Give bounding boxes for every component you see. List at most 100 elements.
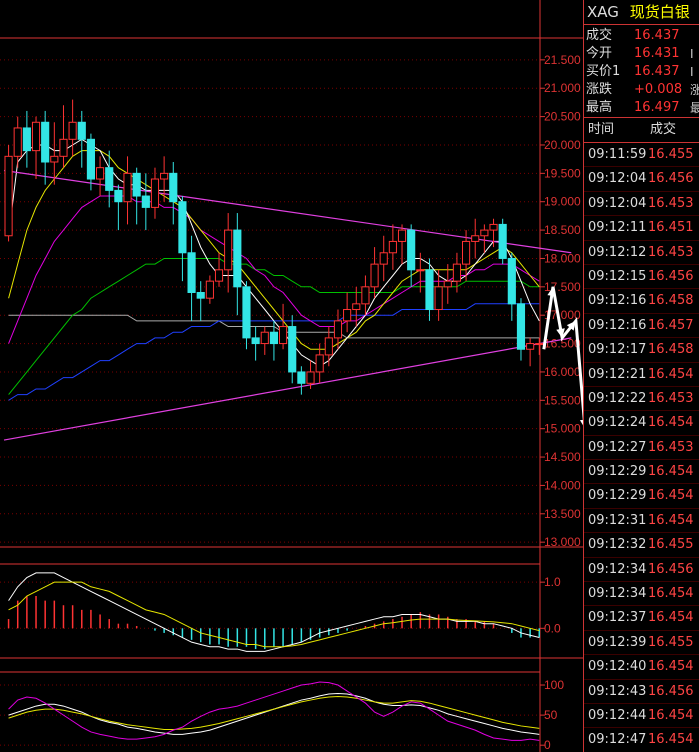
price-axis-tick-label: 13.500 bbox=[544, 507, 581, 521]
price-axis-tick-label: 20.000 bbox=[544, 138, 581, 152]
candle bbox=[370, 247, 379, 299]
kline-chart-panel[interactable]: 13.000 13.500 14.000 14.500 15.000 15.500 16.0… bbox=[0, 0, 583, 752]
candle-body bbox=[224, 229, 233, 271]
price-axis-tick-label: 18.000 bbox=[544, 251, 581, 265]
candle-body bbox=[333, 320, 343, 339]
tick-price: 16.454 bbox=[648, 707, 694, 723]
candle-body bbox=[187, 252, 196, 293]
tick-row[interactable]: 09:12:22 16.453 bbox=[584, 387, 699, 412]
candle bbox=[205, 275, 214, 304]
candle bbox=[114, 184, 123, 231]
tick-time: 09:12:29 bbox=[588, 488, 647, 504]
tick-price: 16.458 bbox=[648, 293, 694, 309]
tick-time: 09:12:04 bbox=[588, 195, 647, 211]
tick-row[interactable]: 09:11:59 16.455 bbox=[584, 143, 699, 168]
tick-row[interactable]: 09:12:29 16.454 bbox=[584, 484, 699, 509]
tick-price: 16.453 bbox=[648, 439, 694, 455]
tick-row[interactable]: 09:12:04 16.453 bbox=[584, 192, 699, 217]
quote-row-high: 最高 16.497 最 bbox=[584, 99, 699, 117]
candle-body bbox=[4, 155, 13, 237]
ticks-header: 时间 成交 bbox=[584, 117, 699, 143]
tick-row[interactable]: 09:12:34 16.454 bbox=[584, 582, 699, 607]
tick-row[interactable]: 09:12:17 16.458 bbox=[584, 338, 699, 363]
tick-row[interactable]: 09:12:37 16.454 bbox=[584, 606, 699, 631]
tick-row[interactable]: 09:12:31 16.454 bbox=[584, 509, 699, 534]
candle-body bbox=[425, 269, 434, 311]
tick-row[interactable]: 09:12:47 16.454 bbox=[584, 728, 699, 752]
tick-price: 16.456 bbox=[648, 171, 694, 187]
tick-row[interactable]: 09:12:24 16.454 bbox=[584, 411, 699, 436]
tick-row[interactable]: 09:12:15 16.456 bbox=[584, 265, 699, 290]
candle bbox=[224, 213, 233, 293]
quote-extra: I bbox=[690, 65, 694, 79]
candle bbox=[260, 326, 269, 355]
candle-body bbox=[535, 343, 544, 346]
quote-value: 16.437 bbox=[634, 64, 680, 79]
candle-body bbox=[388, 240, 397, 254]
candle-body bbox=[50, 155, 59, 163]
tick-time: 09:12:29 bbox=[588, 464, 647, 480]
kdj-axis-tick-label: 50 bbox=[544, 708, 558, 722]
tick-row[interactable]: 09:12:04 16.456 bbox=[584, 167, 699, 192]
candle bbox=[13, 116, 22, 168]
quote-label: 今开 bbox=[586, 46, 613, 61]
tick-row[interactable]: 09:12:39 16.455 bbox=[584, 631, 699, 656]
tick-row[interactable]: 09:12:12 16.453 bbox=[584, 241, 699, 265]
tick-row[interactable]: 09:12:11 16.451 bbox=[584, 216, 699, 241]
tick-price: 16.451 bbox=[648, 220, 694, 236]
price-axis-tick-label: 18.500 bbox=[544, 223, 581, 237]
candle-body bbox=[443, 280, 452, 288]
tick-row[interactable]: 09:12:34 16.456 bbox=[584, 558, 699, 583]
tick-time: 09:12:47 bbox=[588, 732, 647, 748]
candle-body bbox=[178, 201, 187, 254]
tick-list[interactable]: 09:11:59 16.455 09:12:04 16.456 09:12:04 16.4… bbox=[584, 143, 699, 752]
candle-body bbox=[416, 269, 425, 272]
candle-body bbox=[141, 195, 150, 208]
tick-row[interactable]: 09:12:27 16.453 bbox=[584, 436, 699, 461]
tick-price: 16.455 bbox=[648, 147, 694, 162]
candle bbox=[196, 281, 205, 321]
candle-body bbox=[516, 303, 526, 350]
candle bbox=[507, 252, 516, 321]
tick-row[interactable]: 09:12:16 16.458 bbox=[584, 289, 699, 314]
quote-row-bid: 买价1 16.437 I bbox=[584, 63, 699, 81]
candle bbox=[379, 235, 388, 282]
candle-body bbox=[297, 371, 306, 384]
candle bbox=[4, 144, 13, 242]
candle bbox=[86, 133, 95, 191]
tick-row[interactable]: 09:12:29 16.454 bbox=[584, 460, 699, 485]
candle-body bbox=[59, 138, 68, 157]
quote-label: 成交 bbox=[586, 28, 613, 43]
quote-row-last: 成交 16.437 bbox=[584, 27, 699, 45]
candle-body bbox=[251, 337, 260, 345]
price-axis-tick-label: 13.000 bbox=[544, 535, 581, 549]
candle bbox=[388, 224, 397, 270]
tick-row[interactable]: 09:12:44 16.454 bbox=[584, 704, 699, 729]
candle-body bbox=[343, 309, 352, 322]
price-axis-tick-label: 19.500 bbox=[544, 166, 581, 180]
tick-row[interactable]: 09:12:43 16.456 bbox=[584, 680, 699, 704]
candle-body bbox=[86, 138, 95, 180]
quote-label: 涨跌 bbox=[586, 82, 613, 97]
price-axis-tick-label: 21.500 bbox=[544, 53, 581, 67]
chart-canvas[interactable]: 13.000 13.500 14.000 14.500 15.000 15.500 16.0… bbox=[0, 0, 583, 752]
ticks-header-price: 成交 bbox=[650, 122, 677, 137]
quote-value: 16.497 bbox=[634, 100, 680, 115]
tick-row[interactable]: 09:12:21 16.454 bbox=[584, 363, 699, 387]
candle-body bbox=[480, 229, 489, 237]
tick-price: 16.453 bbox=[648, 244, 694, 260]
tick-row[interactable]: 09:12:16 16.457 bbox=[584, 314, 699, 339]
candle bbox=[214, 252, 224, 287]
tick-row[interactable]: 09:12:40 16.454 bbox=[584, 655, 699, 680]
quote-label: 最高 bbox=[586, 100, 613, 115]
tick-time: 09:12:27 bbox=[588, 439, 647, 455]
candle-body bbox=[507, 257, 516, 305]
macd-axis-tick-label: 0.0 bbox=[544, 621, 561, 635]
kdj-d-line bbox=[8, 692, 540, 735]
candle-body bbox=[233, 229, 242, 288]
tick-time: 09:12:40 bbox=[588, 659, 647, 675]
tick-time: 09:12:43 bbox=[588, 683, 647, 699]
candle bbox=[141, 173, 150, 231]
candle-body bbox=[288, 326, 297, 373]
tick-row[interactable]: 09:12:32 16.455 bbox=[584, 533, 699, 558]
